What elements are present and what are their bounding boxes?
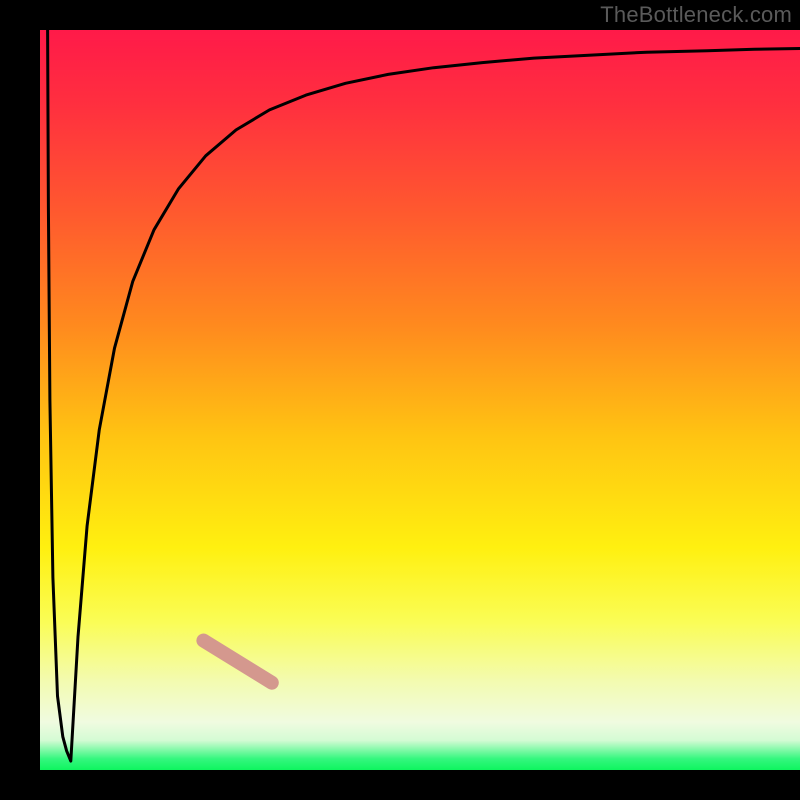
chart-stage: TheBottleneck.com xyxy=(0,0,800,800)
plot-gradient-background xyxy=(40,30,800,770)
watermark-text: TheBottleneck.com xyxy=(600,2,792,28)
chart-svg xyxy=(0,0,800,800)
